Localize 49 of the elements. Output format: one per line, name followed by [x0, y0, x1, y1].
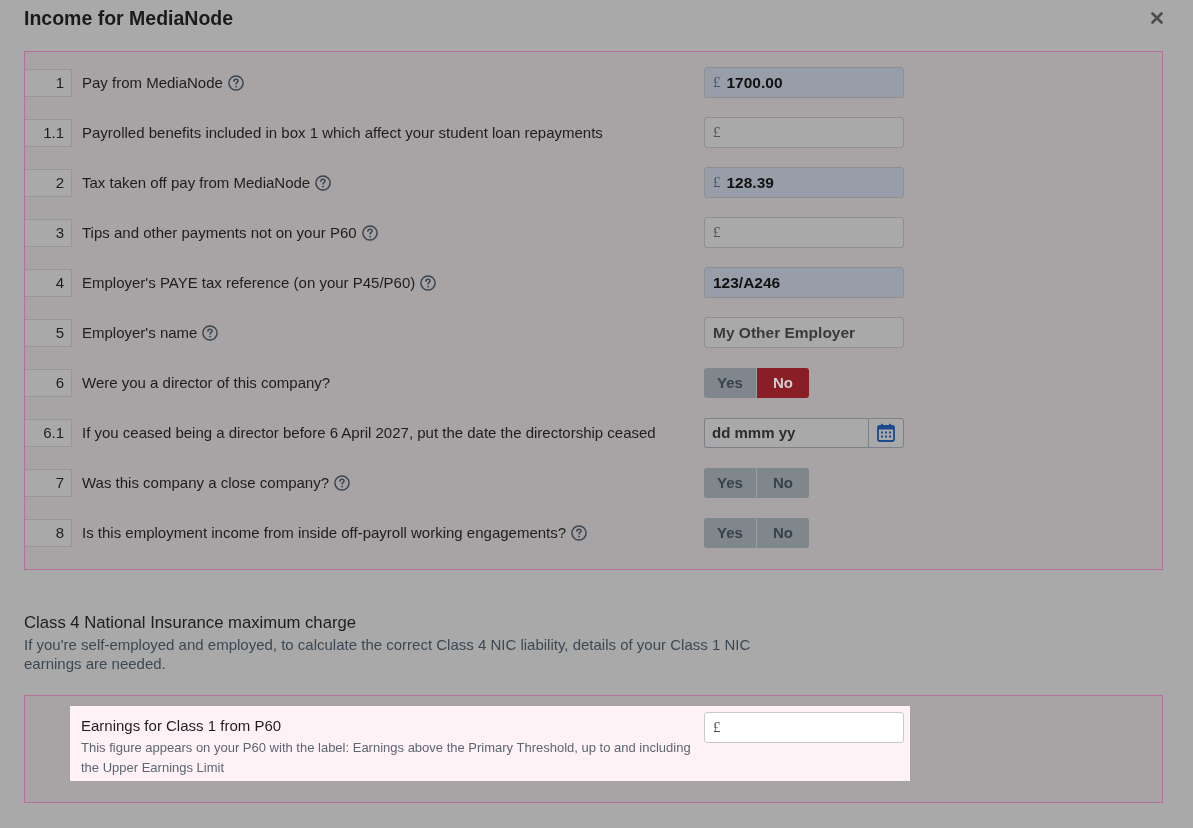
amount-field[interactable]: £ 128.39: [704, 167, 904, 198]
help-icon[interactable]: [315, 174, 332, 191]
question-number: 1.1: [25, 118, 72, 147]
question-number: 8: [25, 518, 72, 547]
date-field[interactable]: dd mmm yy: [704, 417, 868, 448]
amount-field[interactable]: £ 1700.00: [704, 67, 904, 98]
field-label: Earnings for Class 1 from P60: [81, 717, 283, 735]
question-label: Were you a director of this company?: [82, 374, 331, 391]
question-number: 6: [25, 368, 72, 397]
choice-button[interactable]: No: [757, 367, 809, 398]
question-label: Employer's name: [82, 324, 198, 341]
help-icon[interactable]: [334, 474, 351, 491]
amount-field[interactable]: £: [704, 117, 904, 148]
calendar-icon: [877, 423, 895, 442]
close-icon[interactable]: [1151, 12, 1163, 24]
help-icon[interactable]: [571, 524, 588, 541]
text-field[interactable]: My Other Employer: [704, 317, 904, 348]
dialog-title: Income for MediaNode: [24, 6, 234, 30]
question-label: If you ceased being a director before 6 April 2027, put the date the directorship ceased: [82, 424, 656, 441]
question-number: 6.1: [25, 418, 72, 447]
choice-button[interactable]: No: [757, 467, 809, 498]
choice-button[interactable]: Yes: [704, 367, 757, 398]
choice-button[interactable]: Yes: [704, 467, 757, 498]
choice-button[interactable]: No: [757, 517, 809, 548]
help-icon[interactable]: [202, 324, 219, 341]
amount-field[interactable]: £: [704, 712, 904, 743]
question-label: Tips and other payments not on your P60: [82, 224, 357, 241]
question-label: Was this company a close company?: [82, 474, 330, 491]
question-number: 1: [25, 68, 72, 97]
question-label: Employer's PAYE tax reference (on your P45/P60): [82, 274, 416, 291]
amount-field[interactable]: £: [704, 217, 904, 248]
question-number: 3: [25, 218, 72, 247]
text-field[interactable]: 123/A246: [704, 267, 904, 298]
question-number: 2: [25, 168, 72, 197]
question-number: 5: [25, 318, 72, 347]
help-icon[interactable]: [361, 224, 378, 241]
help-icon[interactable]: [420, 274, 437, 291]
question-label: Pay from MediaNode: [82, 74, 223, 91]
calendar-button[interactable]: [868, 417, 904, 448]
question-label: Payrolled benefits included in box 1 which affect your student loan repayments: [82, 124, 603, 141]
section-heading: Class 4 National Insurance maximum charge: [24, 613, 358, 633]
question-label: Tax taken off pay from MediaNode: [82, 174, 311, 191]
choice-button[interactable]: Yes: [704, 517, 757, 548]
section-description: If you're self-employed and employed, to calculate the correct Class 4 NIC liability, details of your Class 1 NIC earnings are needed.: [24, 635, 752, 673]
field-hint: This figure appears on your P60 with the label: Earnings above the Primary Threshold, up to and including the Upper Earnings Limit: [81, 739, 692, 777]
question-number: 7: [25, 468, 72, 497]
question-number: 4: [25, 268, 72, 297]
help-icon[interactable]: [227, 74, 244, 91]
question-label: Is this employment income from inside off-payroll working engagements?: [82, 524, 567, 541]
